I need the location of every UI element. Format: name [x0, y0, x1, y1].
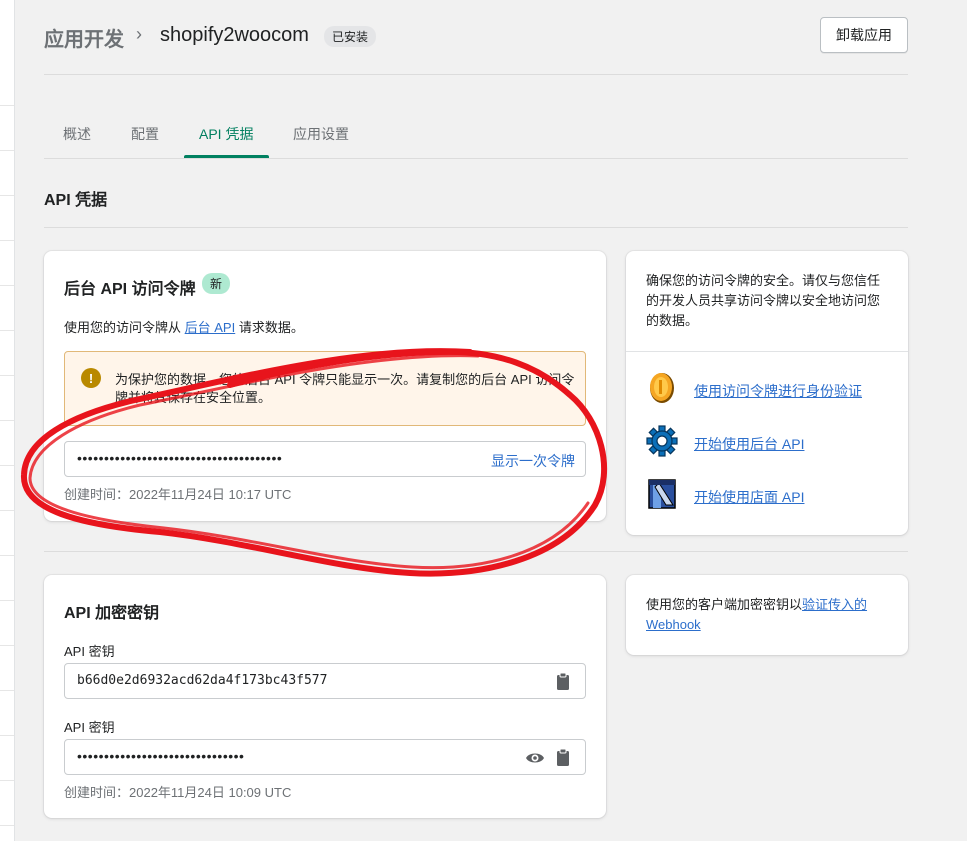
- tab-bar: 概述 配置 API 凭据 应用设置: [44, 112, 908, 159]
- tab-api-credentials[interactable]: API 凭据: [199, 124, 253, 144]
- tab-app-settings[interactable]: 应用设置: [293, 124, 349, 144]
- page-title: shopify2woocom: [160, 24, 309, 46]
- api-key-label: API 密钥: [64, 644, 115, 659]
- status-badge: 已安装: [324, 26, 377, 47]
- api-secret-key-card: API 加密密钥 API 密钥 b66d0e2d6932acd62da4f173…: [44, 575, 606, 818]
- breadcrumb-root[interactable]: 应用开发: [44, 23, 124, 52]
- api-secret-field[interactable]: •••••••••••••••••••••••••••••••: [64, 739, 586, 775]
- webhook-tip-card: 使用您的客户端加密密钥以验证传入的 Webhook: [626, 575, 908, 655]
- security-tips-card: 确保您的访问令牌的安全。请仅与您信任的开发人员共享访问令牌以安全地访问您的数据。…: [626, 251, 908, 535]
- storefront-icon: [648, 479, 676, 509]
- section-title: API 凭据: [44, 192, 108, 209]
- api-secret-value: •••••••••••••••••••••••••••••••: [77, 748, 245, 764]
- gear-icon: [646, 425, 678, 457]
- api-key-field[interactable]: b66d0e2d6932acd62da4f173bc43f577: [64, 663, 586, 699]
- api-secret-label: API 密钥: [64, 720, 115, 735]
- link-authenticate-with-token[interactable]: 使用访问令牌进行身份验证: [646, 371, 906, 405]
- divider: [626, 351, 908, 352]
- access-token-value: ••••••••••••••••••••••••••••••••••••••: [77, 450, 283, 466]
- admin-api-token-card: 后台 API 访问令牌 新 使用您的访问令牌从 后台 API 请求数据。 ! 为…: [44, 251, 606, 521]
- uninstall-app-button[interactable]: 卸载应用: [820, 17, 908, 53]
- created-time: 创建时间：2022年11月24日 10:09 UTC: [64, 785, 292, 800]
- page-header: 应用开发 › shopify2woocom 已安装 卸载应用: [44, 0, 908, 75]
- warning-icon: !: [81, 368, 101, 388]
- warning-banner: ! 为保护您的数据，您的后台 API 令牌只能显示一次。请复制您的后台 API …: [64, 351, 586, 426]
- security-tip-text: 确保您的访问令牌的安全。请仅与您信任的开发人员共享访问令牌以安全地访问您的数据。: [646, 273, 881, 328]
- card-description: 使用您的访问令牌从 后台 API 请求数据。: [64, 320, 304, 335]
- divider: [44, 227, 908, 228]
- divider: [44, 551, 908, 552]
- new-badge: 新: [202, 273, 231, 294]
- copy-clipboard-icon[interactable]: [553, 671, 573, 691]
- access-token-field[interactable]: •••••••••••••••••••••••••••••••••••••• 显…: [64, 441, 586, 477]
- coin-icon: [650, 373, 674, 403]
- active-tab-indicator: [184, 155, 269, 158]
- admin-api-link[interactable]: 后台 API: [185, 320, 236, 335]
- show-token-once-button[interactable]: 显示一次令牌: [491, 451, 575, 471]
- card-title: 后台 API 访问令牌: [64, 281, 196, 298]
- tab-overview[interactable]: 概述: [63, 124, 91, 144]
- link-get-started-storefront-api[interactable]: 开始使用店面 API: [646, 477, 906, 511]
- sidebar-strip: [0, 0, 15, 841]
- copy-clipboard-icon[interactable]: [553, 747, 573, 767]
- card-title: API 加密密钥: [64, 605, 160, 622]
- webhook-tip-text: 使用您的客户端加密密钥以验证传入的 Webhook: [646, 597, 868, 632]
- link-get-started-admin-api[interactable]: 开始使用后台 API: [646, 424, 906, 458]
- tab-configuration[interactable]: 配置: [131, 124, 159, 144]
- breadcrumb-separator-icon: ›: [136, 24, 142, 44]
- eye-icon[interactable]: [525, 748, 545, 768]
- api-key-value: b66d0e2d6932acd62da4f173bc43f577: [77, 673, 328, 688]
- created-time: 创建时间：2022年11月24日 10:17 UTC: [64, 487, 292, 502]
- warning-text: 为保护您的数据，您的后台 API 令牌只能显示一次。请复制您的后台 API 访问…: [115, 372, 575, 405]
